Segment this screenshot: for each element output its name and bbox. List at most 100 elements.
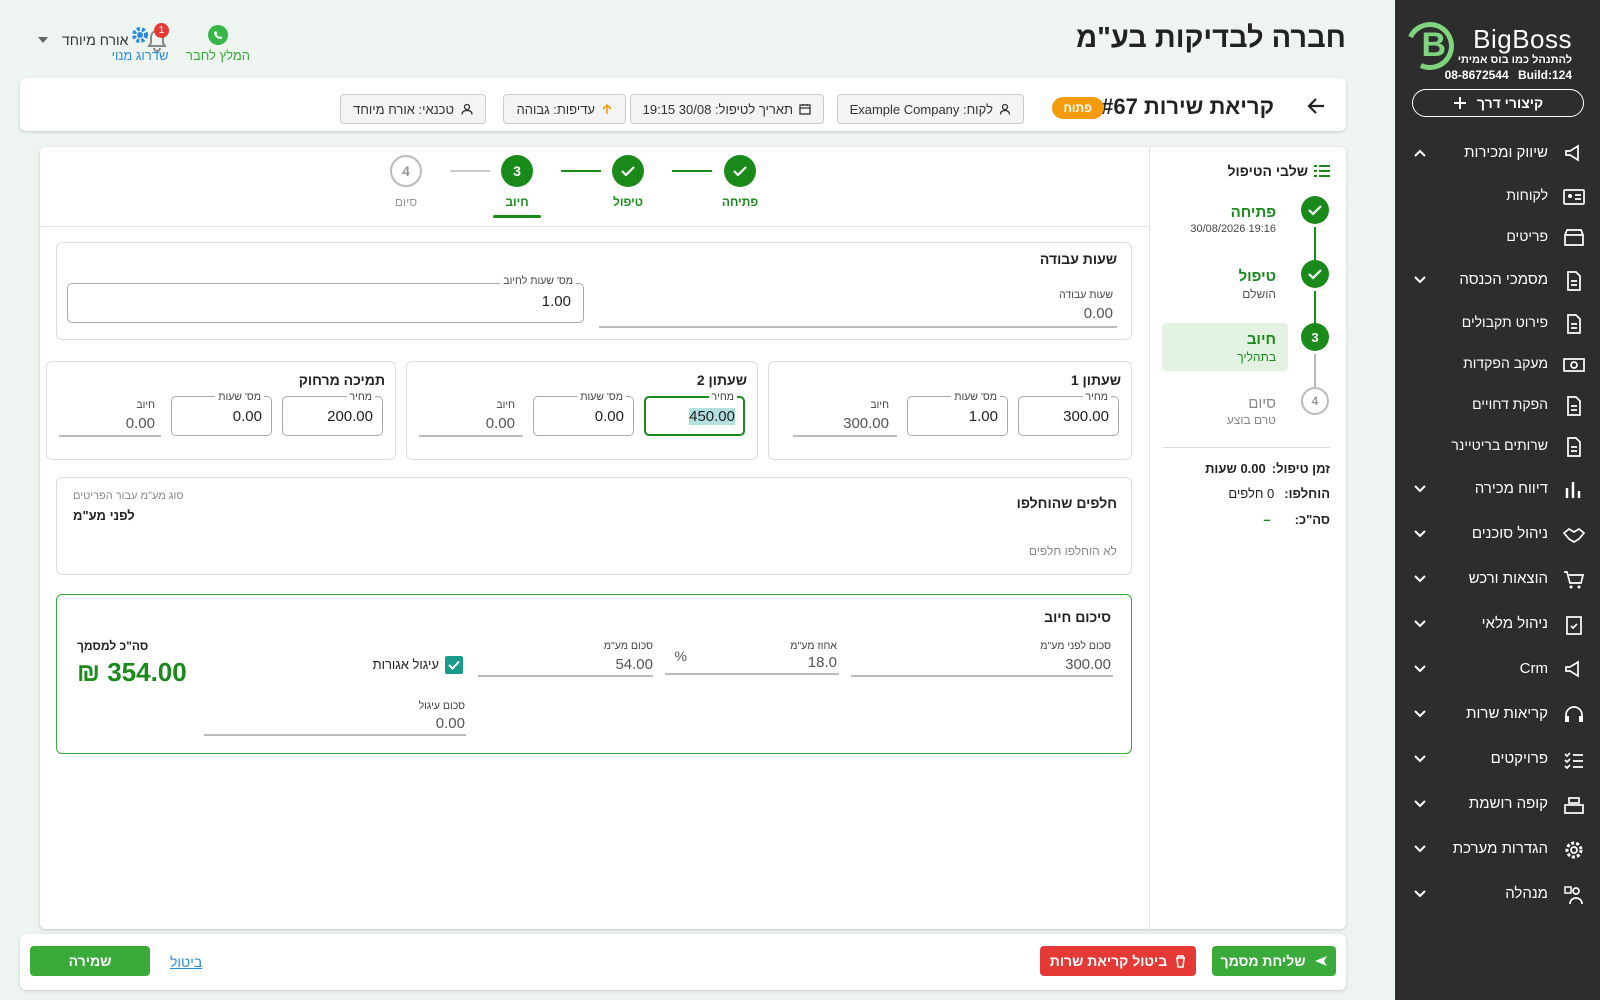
document-total-value: ₪ 354.00 xyxy=(77,657,187,687)
shortcuts-button[interactable]: קיצורי דרך xyxy=(1412,89,1584,117)
sidebar-item-7[interactable]: שרותים בריטיינר xyxy=(1395,426,1600,467)
whatsapp-recommend[interactable]: המלץ לחבר xyxy=(182,24,254,63)
work-hours-field[interactable] xyxy=(599,326,1117,328)
check-icon xyxy=(448,660,460,670)
rate-1-charge-field[interactable] xyxy=(793,435,897,437)
before-vat-label: סכום לפני מע"מ xyxy=(1040,640,1111,652)
chevron-up-icon[interactable] xyxy=(1413,146,1427,160)
rounding-label: עיגול אגורות xyxy=(372,657,439,672)
rate-1-hours-label: מס' שעות xyxy=(951,391,1000,403)
rate-1-price-label: מחיר xyxy=(1082,391,1111,403)
sidebar-item-6[interactable]: הפקת דחויים xyxy=(1395,385,1600,426)
cancel-call-button[interactable]: ביטול קריאת שרות xyxy=(1040,946,1196,976)
document-icon xyxy=(1567,271,1581,291)
chevron-down-icon[interactable] xyxy=(1413,842,1427,856)
rounding-amount-field[interactable] xyxy=(204,734,466,736)
priority-chip[interactable]: עדיפות: גבוהה xyxy=(503,94,626,124)
save-label: שמירה xyxy=(68,953,112,969)
user-name: אורח מיוחד xyxy=(62,32,129,48)
chevron-down-icon[interactable] xyxy=(1413,572,1427,586)
shortcuts-label: קיצורי דרך xyxy=(1476,95,1544,111)
sidebar-item-17[interactable]: מנהלה xyxy=(1395,872,1600,917)
work-hours-panel: שעות עבודה שעות עבודה 0.00 מס' שעות לחיו… xyxy=(56,242,1132,340)
timeline-step-treatment xyxy=(1301,260,1329,288)
sidebar-item-16[interactable]: הגדרות מערכת xyxy=(1395,827,1600,872)
sidebar-item-label: דיווח מכירה xyxy=(1474,480,1548,497)
sidebar-item-4[interactable]: פירוט תקבולים xyxy=(1395,303,1600,344)
sidebar-item-14[interactable]: פרויקטים xyxy=(1395,737,1600,782)
chevron-down-icon[interactable] xyxy=(1413,707,1427,721)
stepper-step-finish[interactable]: 4 xyxy=(390,155,422,187)
rounding-checkbox[interactable] xyxy=(445,656,463,674)
logo-contact: 08-8672544 Build:124 xyxy=(1445,68,1572,82)
chevron-down-icon[interactable] xyxy=(1413,797,1427,811)
customer-label: לקוח: Example Company xyxy=(849,101,993,117)
sidebar-item-11[interactable]: ניהול מלאי xyxy=(1395,602,1600,647)
rate-2-charge-field[interactable] xyxy=(419,435,523,437)
save-button[interactable]: שמירה xyxy=(30,946,150,976)
send-document-label: שליחת מסמך xyxy=(1220,953,1306,969)
check-icon xyxy=(621,166,635,177)
cancel-link[interactable]: ביטול xyxy=(170,954,202,970)
vat-type-value[interactable]: לפני מע"מ xyxy=(73,508,135,523)
chevron-down-icon[interactable] xyxy=(1413,617,1427,631)
stepper-step-billing[interactable]: 3 xyxy=(501,155,533,187)
cash-register-icon xyxy=(1564,797,1584,814)
sidebar-item-12[interactable]: Crm xyxy=(1395,647,1600,692)
steps-total-value: – xyxy=(1263,512,1271,527)
chevron-down-icon[interactable] xyxy=(1413,887,1427,901)
back-arrow-icon[interactable] xyxy=(1306,97,1326,115)
sidebar-item-label: פריטים xyxy=(1506,228,1548,244)
rate-1-price-value: 300.00 xyxy=(1063,408,1109,425)
billable-hours-label: מס' שעות לחיוב xyxy=(500,275,576,287)
vat-amount-field[interactable] xyxy=(478,675,653,677)
sidebar-item-8[interactable]: דיווח מכירה xyxy=(1395,467,1600,512)
rate-remote-hours-label: מס' שעות xyxy=(215,391,264,403)
sidebar-item-2[interactable]: פריטים xyxy=(1395,217,1600,258)
sidebar-item-3[interactable]: מסמכי הכנסה xyxy=(1395,258,1600,303)
send-document-button[interactable]: שליחת מסמך xyxy=(1212,946,1336,976)
person-icon xyxy=(999,103,1011,115)
sidebar-item-label: שיווק ומכירות xyxy=(1464,144,1548,161)
vat-percent-field[interactable] xyxy=(665,673,839,675)
sidebar-item-1[interactable]: לקוחות xyxy=(1395,176,1600,217)
chevron-down-icon[interactable] xyxy=(1413,482,1427,496)
rate-1-hours-value: 1.00 xyxy=(968,408,998,425)
sidebar-item-10[interactable]: הוצאות ורכש xyxy=(1395,557,1600,602)
stepper-step-treatment[interactable] xyxy=(612,155,644,187)
chevron-down-icon[interactable] xyxy=(1413,752,1427,766)
rate-remote-charge-field[interactable] xyxy=(59,435,161,437)
chevron-down-icon[interactable] xyxy=(1413,273,1427,287)
customer-chip[interactable]: לקוח: Example Company xyxy=(836,94,1024,124)
list-icon xyxy=(1314,165,1330,177)
logo-tagline: להתנהל כמו בוס אמיתי xyxy=(1457,54,1572,66)
sidebar-item-5[interactable]: מעקב הפקדות xyxy=(1395,344,1600,385)
chevron-down-icon[interactable] xyxy=(1413,662,1427,676)
stepper-step-open[interactable] xyxy=(724,155,756,187)
rate-2-hours-value: 0.00 xyxy=(594,408,624,425)
sidebar-item-15[interactable]: קופה רושמת xyxy=(1395,782,1600,827)
rounding-amount-label: סכום עיגול xyxy=(418,700,465,712)
date-chip[interactable]: תאריך לטיפול: 30/08 19:15 xyxy=(629,94,824,124)
sidebar-item-label: ניהול מלאי xyxy=(1481,615,1548,632)
document-icon xyxy=(1567,396,1581,416)
sidebar-item-0[interactable]: שיווק ומכירות xyxy=(1395,131,1600,176)
rate-1-charge-label: חיוב xyxy=(870,399,889,411)
main-content-card: שלבי הטיפול פתיחה 30/08/2026 19:16 טיפול… xyxy=(40,147,1346,929)
billable-hours-field[interactable] xyxy=(67,283,584,323)
company-title: חברה לבדיקות בע"מ xyxy=(1076,22,1346,54)
user-menu[interactable]: אורח מיוחד xyxy=(38,32,128,48)
chevron-down-icon[interactable] xyxy=(1413,527,1427,541)
timeline-step-finish: 4 xyxy=(1301,387,1329,415)
billing-summary-panel: סיכום חיוב סכום לפני מע"מ 300.00 אחוז מע… xyxy=(56,594,1132,754)
sidebar-item-13[interactable]: קריאות שרות xyxy=(1395,692,1600,737)
rate-panel-remote: תמיכה מרחוק מחיר 200.00 מס' שעות 0.00 חי… xyxy=(46,361,396,460)
bigboss-logo[interactable]: B BigBoss להתנהל כמו בוס אמיתי 08-867254… xyxy=(1399,15,1584,84)
rate-remote-price-label: מחיר xyxy=(346,391,375,403)
sidebar-item-label: ניהול סוכנים xyxy=(1471,525,1548,542)
notifications-button[interactable]: 1 xyxy=(144,23,169,56)
technician-chip[interactable]: טכנאי: אורח מיוחד xyxy=(340,94,486,124)
sidebar-item-9[interactable]: ניהול סוכנים xyxy=(1395,512,1600,557)
before-vat-field[interactable] xyxy=(851,675,1113,677)
timeline-step-treatment-name: טיפול xyxy=(1238,268,1276,285)
